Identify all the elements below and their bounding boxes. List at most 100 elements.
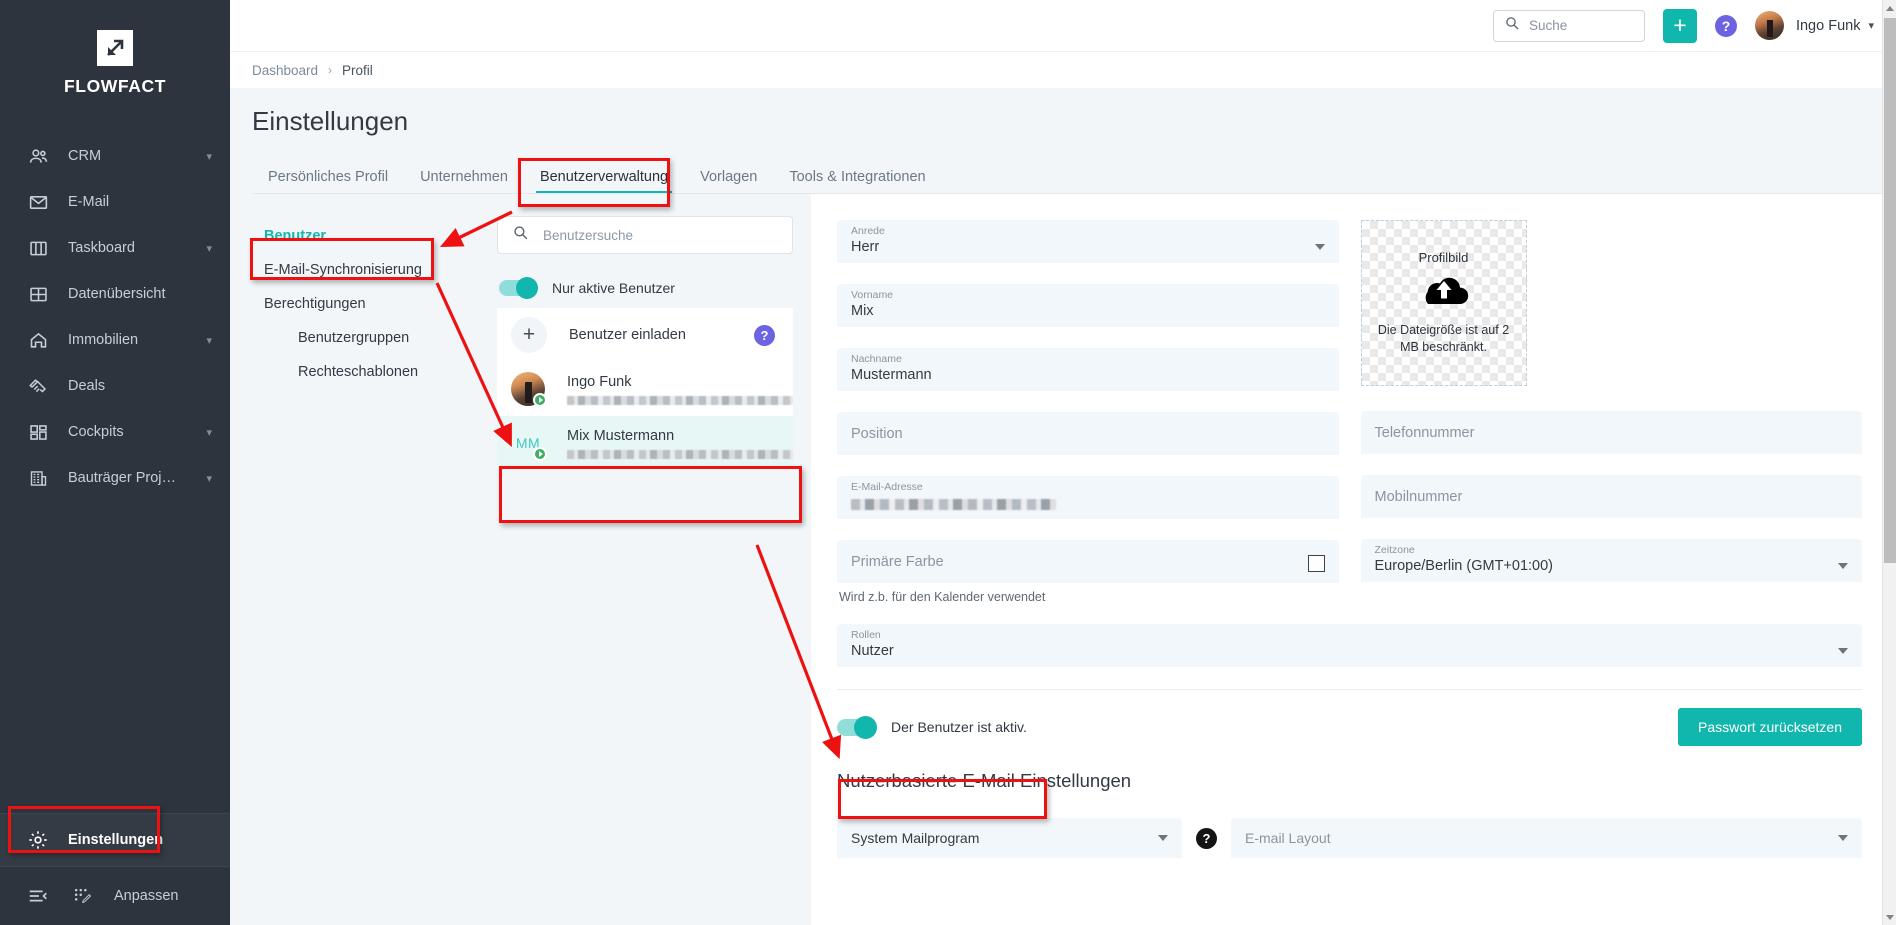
top-bar: Suche + ? Ingo Funk ▾ <box>230 0 1896 52</box>
sidebar-item-immobilien[interactable]: Immobilien ▾ <box>0 317 230 363</box>
nachname-value: Mustermann <box>851 367 932 384</box>
breadcrumb-separator: › <box>328 63 333 77</box>
only-active-users-label: Nur aktive Benutzer <box>552 280 675 296</box>
settings-tabs: Persönliches Profil Unternehmen Benutzer… <box>230 156 1896 194</box>
sidebar-item-crm[interactable]: CRM ▾ <box>0 133 230 179</box>
invite-user-texts: Benutzer einladen <box>569 327 754 343</box>
customize-icon[interactable] <box>70 884 94 908</box>
collapse-menu-icon[interactable] <box>26 884 50 908</box>
anrede-select[interactable]: Anrede Herr <box>837 220 1339 263</box>
invite-user-row[interactable]: + Benutzer einladen ? <box>497 308 793 362</box>
user-active-toggle-group: Der Benutzer ist aktiv. <box>837 715 1027 739</box>
zeitzone-label: Zeitzone <box>1374 544 1415 556</box>
customize-label: Anpassen <box>114 888 179 904</box>
columns-icon <box>26 236 50 260</box>
position-placeholder: Position <box>851 425 903 442</box>
color-swatch-button[interactable] <box>1307 555 1325 572</box>
chevron-down-icon <box>1838 563 1848 569</box>
form-column-left: Anrede Herr Vorname Mix Nachname Musterm… <box>837 220 1339 624</box>
reset-password-button[interactable]: Passwort zurücksetzen <box>1678 708 1862 746</box>
avatar[interactable] <box>1754 11 1784 40</box>
page-scrollbar-thumb[interactable] <box>1884 18 1896 563</box>
telefonnummer-field[interactable]: Telefonnummer <box>1360 411 1862 454</box>
sidebar-item-label: Immobilien <box>68 332 139 348</box>
primaere-farbe-placeholder: Primäre Farbe <box>851 553 944 570</box>
form-column-right: Profilbild Die Dateigröße ist auf 2 MB b… <box>1360 220 1862 624</box>
rollen-wrap: Rollen Nutzer <box>811 624 1896 690</box>
add-button[interactable]: + <box>1662 8 1697 43</box>
page-scrollbar[interactable] <box>1882 0 1896 925</box>
tab-tools-integrationen[interactable]: Tools & Integrationen <box>773 169 941 194</box>
handshake-icon <box>26 374 50 398</box>
sidebar-item-datenuebersicht[interactable]: Datenübersicht <box>0 271 230 317</box>
profile-picture-title: Profilbild <box>1418 250 1469 266</box>
user-active-label: Der Benutzer ist aktiv. <box>891 719 1027 735</box>
mail-program-select[interactable]: System Mailprogram <box>837 818 1182 858</box>
tab-unternehmen[interactable]: Unternehmen <box>404 169 524 194</box>
sidebar-item-email[interactable]: E-Mail <box>0 179 230 225</box>
subnav-item-email-synchronisierung[interactable]: E-Mail-Synchronisierung <box>252 253 497 287</box>
people-icon <box>26 144 50 168</box>
mail-help-icon[interactable]: ? <box>1196 827 1217 849</box>
email-settings-row: System Mailprogram ? E-mail Layout <box>837 818 1862 858</box>
breadcrumb-profil[interactable]: Profil <box>342 63 373 78</box>
sidebar-item-einstellungen[interactable]: Einstellungen <box>0 814 230 866</box>
email-label: E-Mail-Adresse <box>851 481 923 493</box>
email-value-redacted <box>851 499 1056 510</box>
subnav-item-benutzergruppen[interactable]: Benutzergruppen <box>252 321 497 355</box>
tab-label: Unternehmen <box>420 169 508 185</box>
sidebar-item-label: Bauträger Proj… <box>68 470 176 486</box>
position-field[interactable]: Position <box>837 412 1339 455</box>
sidebar-item-taskboard[interactable]: Taskboard ▾ <box>0 225 230 271</box>
profile-picture-dropzone[interactable]: Profilbild Die Dateigröße ist auf 2 MB b… <box>1360 220 1527 386</box>
search-placeholder: Suche <box>1528 18 1568 33</box>
page-scroll-down-button[interactable] <box>1883 909 1896 925</box>
global-search-input[interactable]: Suche <box>1492 9 1645 42</box>
email-layout-select[interactable]: E-mail Layout <box>1231 818 1862 858</box>
rollen-value: Nutzer <box>851 643 894 660</box>
building-icon <box>26 466 50 490</box>
subnav-item-benutzer[interactable]: Benutzer <box>252 219 497 253</box>
user-detail-form: Anrede Herr Vorname Mix Nachname Musterm… <box>811 194 1896 925</box>
mobilnummer-placeholder: Mobilnummer <box>1374 488 1463 505</box>
rollen-select[interactable]: Rollen Nutzer <box>837 624 1862 667</box>
subnav-item-berechtigungen[interactable]: Berechtigungen <box>252 287 497 321</box>
grid-icon <box>26 282 50 306</box>
chevron-down-icon: ▾ <box>206 472 212 485</box>
help-icon[interactable]: ? <box>1714 14 1737 37</box>
zeitzone-select[interactable]: Zeitzone Europe/Berlin (GMT+01:00) <box>1360 539 1862 582</box>
brand: FLOWFACT <box>0 0 230 97</box>
sidebar-item-label: CRM <box>68 148 102 164</box>
chevron-down-icon: ▾ <box>206 150 212 163</box>
user-active-toggle[interactable] <box>837 715 877 739</box>
sidebar-item-deals[interactable]: Deals <box>0 363 230 409</box>
user-search-input[interactable]: Benutzersuche <box>497 216 793 254</box>
sidebar-item-label: Datenübersicht <box>68 286 166 302</box>
gear-icon <box>26 828 50 852</box>
chevron-down-icon: ▾ <box>206 334 212 347</box>
mobilnummer-field[interactable]: Mobilnummer <box>1360 475 1862 518</box>
invite-help-icon[interactable]: ? <box>754 324 775 346</box>
list-item[interactable]: Ingo Funk <box>497 362 793 416</box>
vorname-field[interactable]: Vorname Mix <box>837 284 1339 327</box>
sidebar-item-cockpits[interactable]: Cockpits ▾ <box>0 409 230 455</box>
only-active-users-toggle[interactable] <box>499 277 538 299</box>
nachname-field[interactable]: Nachname Mustermann <box>837 348 1339 391</box>
breadcrumb-dashboard[interactable]: Dashboard <box>252 63 318 78</box>
profile-picture-note: Die Dateigröße ist auf 2 MB beschränkt. <box>1377 323 1510 354</box>
tab-vorlagen[interactable]: Vorlagen <box>684 169 773 194</box>
status-badge <box>533 393 547 407</box>
primaere-farbe-field[interactable]: Primäre Farbe <box>837 540 1339 583</box>
tab-benutzerverwaltung[interactable]: Benutzerverwaltung <box>524 169 684 194</box>
email-field[interactable]: E-Mail-Adresse <box>837 476 1339 519</box>
tab-persoenliches-profil[interactable]: Persönliches Profil <box>252 169 404 194</box>
page-scroll-up-button[interactable] <box>1883 0 1896 16</box>
tab-label: Benutzerverwaltung <box>539 169 669 185</box>
list-item[interactable]: MM Mix Mustermann <box>497 416 793 470</box>
user-menu[interactable]: Ingo Funk ▾ <box>1796 18 1874 34</box>
telefonnummer-placeholder: Telefonnummer <box>1374 424 1475 441</box>
subnav-item-rechteschablonen[interactable]: Rechteschablonen <box>252 355 497 389</box>
sidebar-item-bautraeger-projekte[interactable]: Bauträger Proj… ▾ <box>0 455 230 501</box>
dashboard-icon <box>26 420 50 444</box>
list-item-email-redacted <box>567 449 793 459</box>
